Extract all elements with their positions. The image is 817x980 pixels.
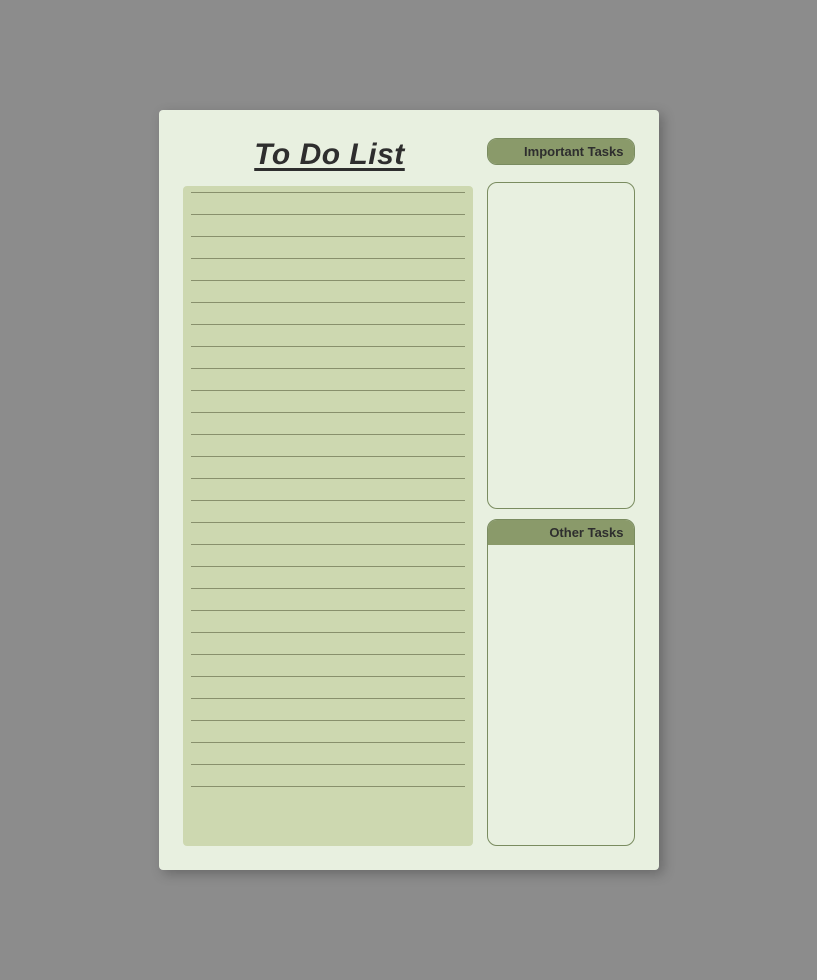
ruled-line bbox=[191, 236, 465, 237]
ruled-line bbox=[191, 214, 465, 215]
lined-box bbox=[183, 186, 473, 846]
ruled-line bbox=[191, 434, 465, 435]
ruled-line bbox=[191, 478, 465, 479]
important-tasks-main-panel bbox=[487, 182, 635, 509]
title-area: To Do List bbox=[183, 138, 487, 172]
ruled-line bbox=[191, 302, 465, 303]
ruled-line bbox=[191, 698, 465, 699]
ruled-line bbox=[191, 720, 465, 721]
ruled-line bbox=[191, 786, 465, 787]
ruled-line bbox=[191, 324, 465, 325]
ruled-line bbox=[191, 390, 465, 391]
right-column: Other Tasks bbox=[487, 182, 635, 846]
ruled-line bbox=[191, 544, 465, 545]
ruled-line bbox=[191, 742, 465, 743]
ruled-line bbox=[191, 610, 465, 611]
ruled-line bbox=[191, 346, 465, 347]
lined-area bbox=[183, 182, 473, 846]
ruled-line bbox=[191, 412, 465, 413]
ruled-line bbox=[191, 522, 465, 523]
important-tasks-label: Important Tasks bbox=[488, 139, 634, 164]
ruled-line bbox=[191, 632, 465, 633]
ruled-line bbox=[191, 566, 465, 567]
ruled-line bbox=[191, 280, 465, 281]
ruled-line bbox=[191, 588, 465, 589]
other-tasks-panel: Other Tasks bbox=[487, 519, 635, 846]
page-title: To Do List bbox=[254, 138, 405, 172]
ruled-line bbox=[191, 368, 465, 369]
todo-page: To Do List Important Tasks Other Tasks bbox=[159, 110, 659, 870]
other-tasks-label: Other Tasks bbox=[488, 520, 634, 545]
ruled-line bbox=[191, 764, 465, 765]
main-content: Other Tasks bbox=[183, 182, 635, 846]
ruled-line bbox=[191, 500, 465, 501]
ruled-line bbox=[191, 192, 465, 193]
important-tasks-panel: Important Tasks bbox=[487, 138, 635, 165]
ruled-line bbox=[191, 456, 465, 457]
ruled-line bbox=[191, 654, 465, 655]
ruled-line bbox=[191, 258, 465, 259]
ruled-line bbox=[191, 676, 465, 677]
